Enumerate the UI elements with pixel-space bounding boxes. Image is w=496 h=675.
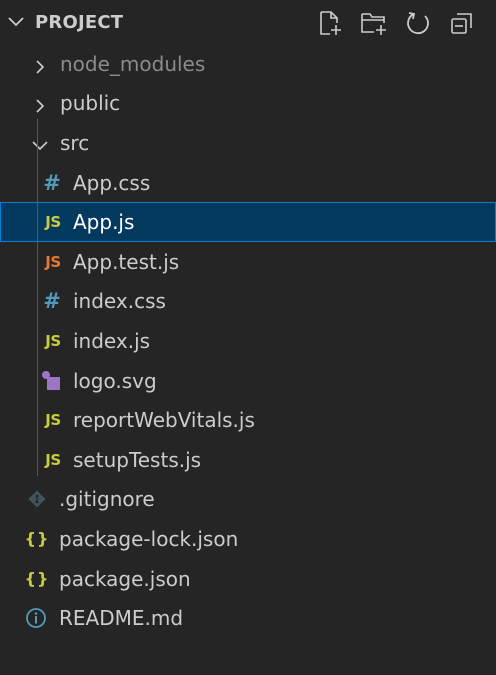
file-label: setupTests.js [73, 447, 202, 472]
js-file-icon: JS [45, 331, 61, 350]
chevron-right-icon [32, 95, 48, 113]
js-file-icon: JS [45, 213, 61, 232]
explorer-panel: PROJECT node_modules public src # App.cs… [0, 0, 496, 675]
file-label: logo.svg [73, 368, 157, 393]
file-app-css[interactable]: # App.css [0, 163, 496, 203]
file-label: reportWebVitals.js [73, 408, 255, 433]
file-logo-svg[interactable]: logo.svg [0, 361, 496, 401]
info-icon [25, 607, 47, 629]
file-app-js[interactable]: JS App.js [0, 202, 496, 242]
explorer-header[interactable]: PROJECT [0, 0, 496, 44]
file-readme-md[interactable]: README.md [0, 598, 496, 638]
new-file-icon[interactable] [316, 9, 344, 37]
file-label: package.json [59, 566, 191, 591]
file-label: index.css [73, 289, 166, 314]
folder-label: node_modules [60, 51, 206, 76]
file-label: .gitignore [59, 487, 155, 512]
file-label: App.css [73, 170, 151, 195]
file-tree: node_modules public src # App.css JS App… [0, 44, 496, 638]
file-label: index.js [73, 328, 151, 353]
js-file-icon: JS [45, 411, 61, 430]
indent-guide [37, 119, 38, 476]
git-icon [26, 488, 48, 510]
file-setup-tests-js[interactable]: JS setupTests.js [0, 440, 496, 480]
folder-node-modules[interactable]: node_modules [0, 44, 496, 84]
css-file-icon: # [43, 170, 61, 195]
folder-label: public [60, 91, 121, 116]
chevron-right-icon [32, 56, 48, 74]
file-package-lock-json[interactable]: {} package-lock.json [0, 519, 496, 559]
svg-file-icon [40, 369, 64, 393]
file-label: App.test.js [73, 249, 180, 274]
file-label: README.md [59, 606, 184, 631]
new-folder-icon[interactable] [360, 9, 388, 37]
file-report-web-vitals-js[interactable]: JS reportWebVitals.js [0, 400, 496, 440]
css-file-icon: # [43, 289, 61, 314]
folder-src[interactable]: src [0, 123, 496, 163]
file-index-css[interactable]: # index.css [0, 282, 496, 322]
chevron-down-icon [31, 135, 48, 151]
js-test-file-icon: JS [45, 252, 61, 271]
header-actions [316, 8, 476, 38]
chevron-down-icon[interactable] [6, 12, 26, 32]
folder-label: src [60, 130, 90, 155]
collapse-all-icon[interactable] [448, 9, 476, 37]
file-package-json[interactable]: {} package.json [0, 559, 496, 599]
file-gitignore[interactable]: .gitignore [0, 480, 496, 520]
file-label: package-lock.json [59, 526, 239, 551]
json-file-icon: {} [24, 529, 50, 549]
json-file-icon: {} [24, 569, 50, 589]
file-app-test-js[interactable]: JS App.test.js [0, 242, 496, 282]
file-label: App.js [73, 210, 135, 235]
js-file-icon: JS [45, 450, 61, 469]
refresh-icon[interactable] [404, 9, 432, 37]
file-index-js[interactable]: JS index.js [0, 321, 496, 361]
folder-public[interactable]: public [0, 84, 496, 124]
section-title: PROJECT [35, 12, 124, 33]
